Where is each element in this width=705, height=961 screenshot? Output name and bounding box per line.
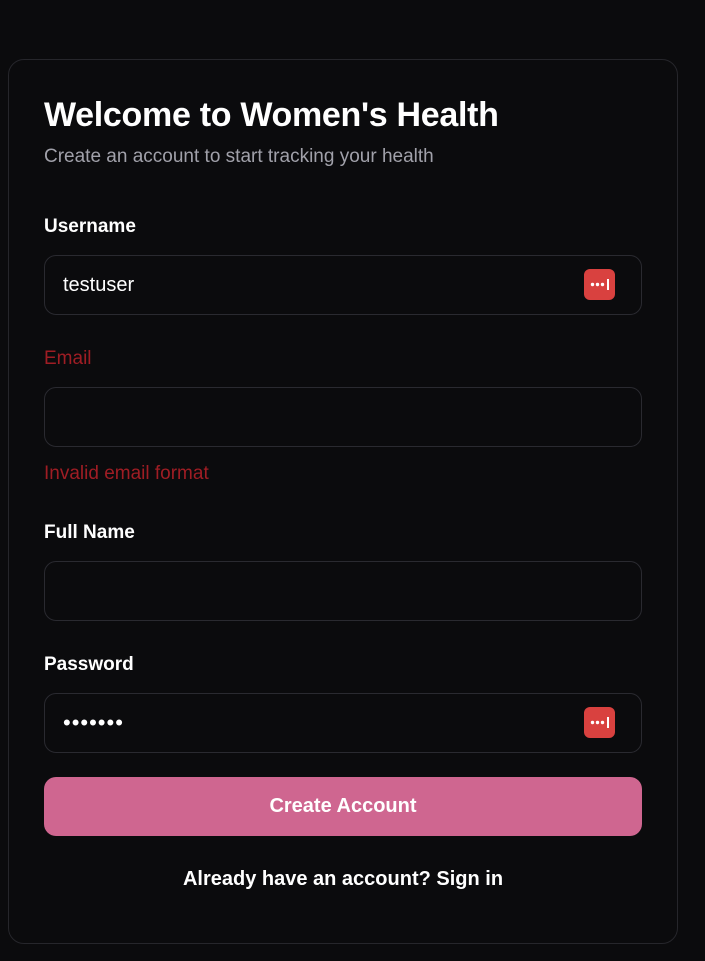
sign-in-link[interactable]: Sign in — [436, 868, 503, 890]
password-label: Password — [44, 654, 134, 675]
username-label: Username — [44, 216, 136, 237]
create-account-button[interactable]: Create Account — [44, 777, 642, 836]
password-manager-icon[interactable] — [584, 269, 615, 300]
email-input[interactable] — [45, 388, 565, 446]
signin-prompt: Already have an account? Sign in — [44, 868, 642, 891]
password-manager-icon[interactable] — [584, 707, 615, 738]
signin-prompt-text: Already have an account? — [182, 868, 437, 890]
username-input[interactable] — [45, 256, 565, 314]
page-title: Welcome to Women's Health — [44, 96, 499, 134]
full-name-label: Full Name — [44, 522, 135, 543]
password-input[interactable] — [45, 694, 565, 752]
full-name-input[interactable] — [45, 562, 565, 620]
email-field — [44, 387, 642, 447]
email-label: Email — [44, 348, 92, 369]
full-name-field — [44, 561, 642, 621]
password-field — [44, 693, 642, 753]
username-field — [44, 255, 642, 315]
email-error-message: Invalid email format — [44, 463, 209, 484]
page-subtitle: Create an account to start tracking your… — [44, 146, 434, 167]
